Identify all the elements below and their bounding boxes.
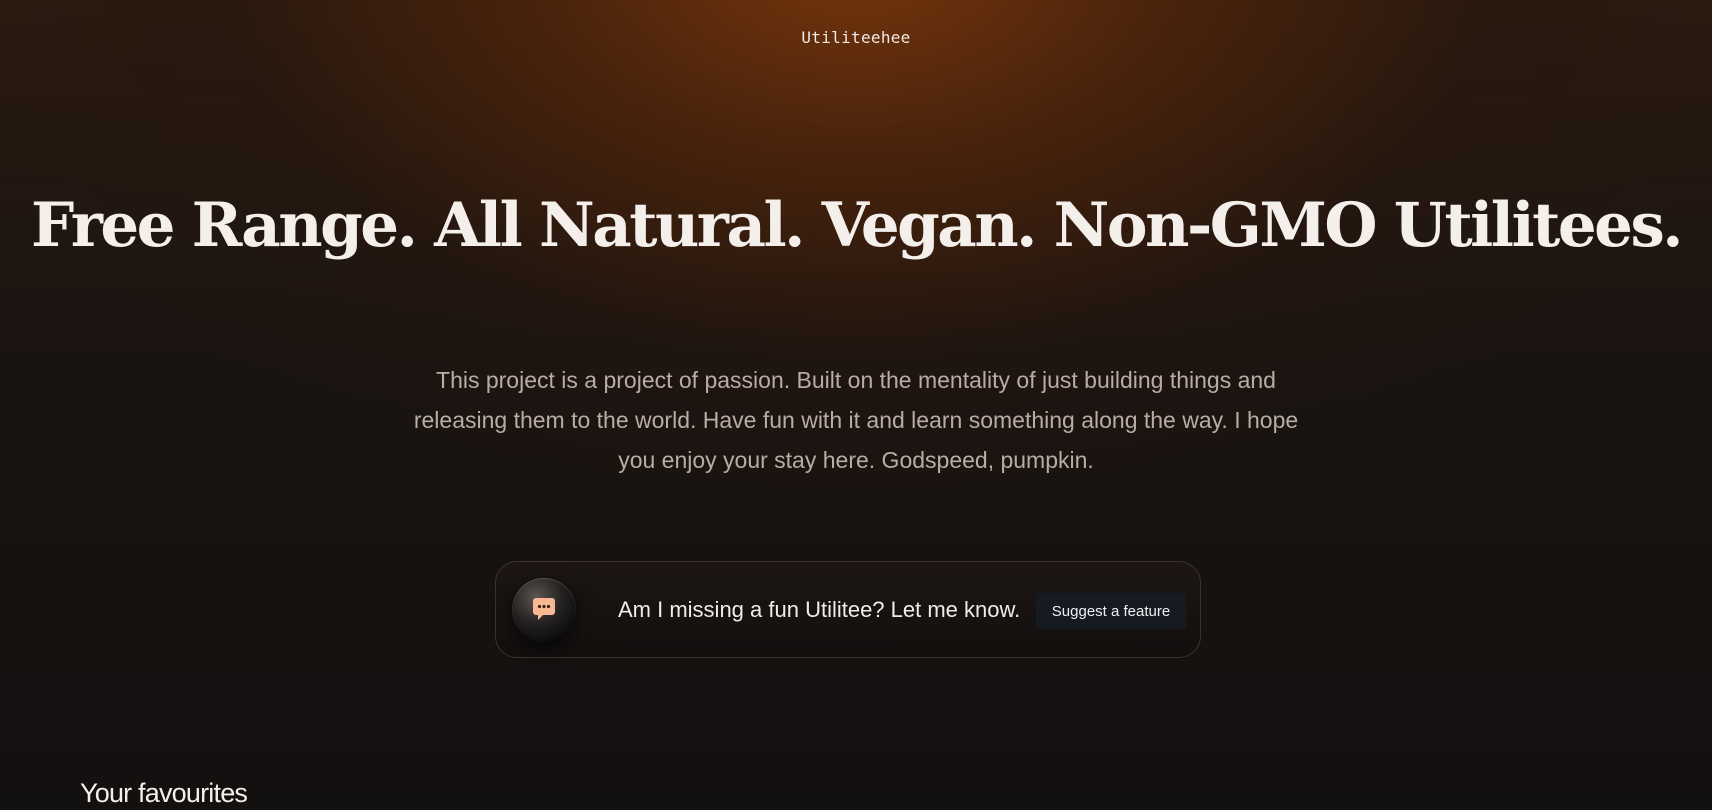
hero-headline: Free Range. All Natural. Vegan. Non-GMO … [30, 190, 1684, 261]
chat-bubble-icon [533, 598, 555, 620]
favourites-heading: Your favourites [80, 778, 248, 808]
site-logo-text[interactable]: Utiliteehee [0, 28, 1712, 47]
suggestion-prompt: Am I missing a fun Utilitee? Let me know… [618, 597, 1021, 622]
chat-orb [512, 578, 576, 642]
hero-description: This project is a project of passion. Bu… [413, 367, 1299, 473]
suggest-feature-button[interactable]: Suggest a feature [1036, 593, 1186, 629]
suggestion-card: Am I missing a fun Utilitee? Let me know… [495, 561, 1201, 658]
